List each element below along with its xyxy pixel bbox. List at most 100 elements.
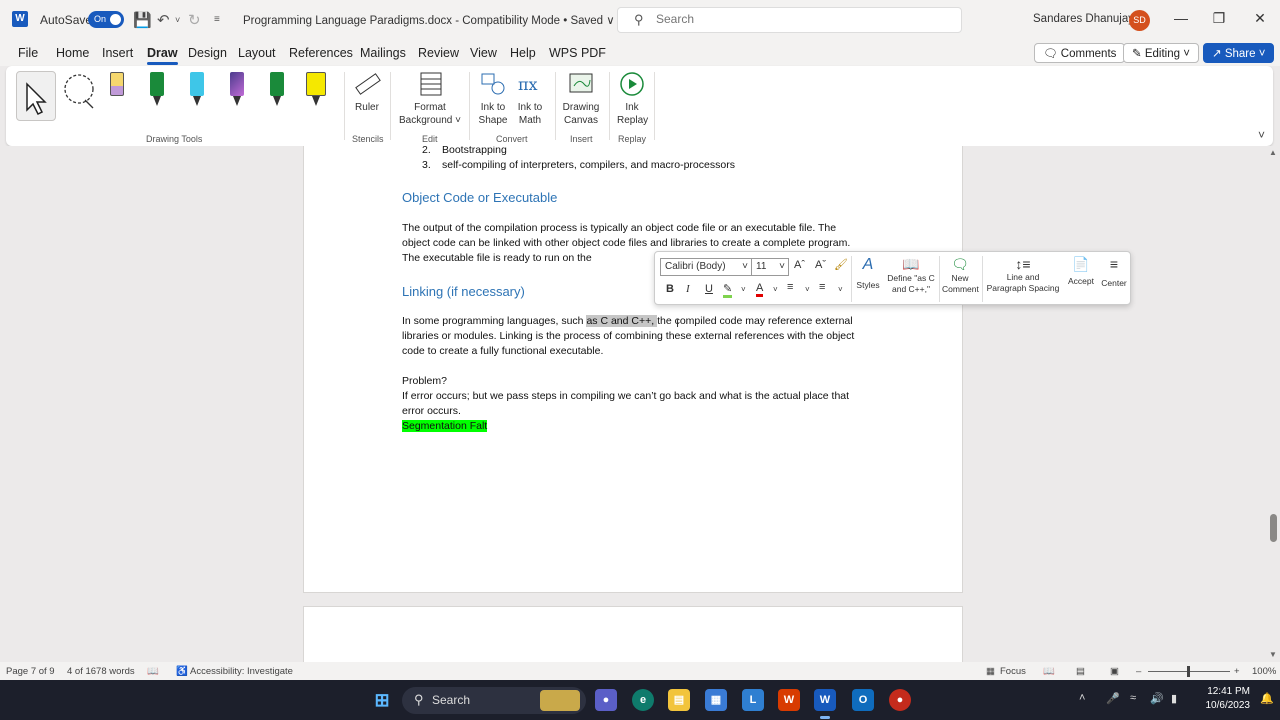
bullets-icon[interactable]: ≡: [787, 281, 793, 293]
store-icon[interactable]: ▦: [705, 689, 727, 711]
teams-icon[interactable]: ●: [595, 689, 617, 711]
chevron-down-icon[interactable]: ˅: [838, 285, 843, 294]
scroll-up-icon[interactable]: ▲: [1269, 148, 1277, 157]
edge-icon[interactable]: e: [632, 689, 654, 711]
proofing-icon[interactable]: 📖: [147, 666, 159, 677]
chevron-down-icon[interactable]: ˅: [741, 285, 746, 294]
pen-cyan-button[interactable]: [190, 72, 204, 106]
tab-file[interactable]: File: [18, 46, 38, 60]
tab-insert[interactable]: Insert: [102, 46, 133, 60]
editing-button[interactable]: ✎ Editing ˅: [1123, 43, 1199, 63]
tab-view[interactable]: View: [470, 46, 497, 60]
ink-to-shape-button[interactable]: Ink to Shape: [478, 70, 508, 127]
notification-icon[interactable]: 🔔: [1260, 692, 1274, 705]
page-next[interactable]: [303, 606, 963, 662]
battery-icon[interactable]: ▮: [1171, 692, 1177, 705]
center-button[interactable]: ≡ Center: [1099, 256, 1129, 289]
shrink-font-icon[interactable]: Aˇ: [815, 259, 826, 271]
share-button[interactable]: ↗ Share ˅: [1203, 43, 1275, 63]
highlighter-yellow-button[interactable]: [306, 72, 326, 106]
numbering-icon[interactable]: ≡: [819, 281, 825, 293]
wps-writer-icon[interactable]: W: [778, 689, 800, 711]
redo-icon[interactable]: ↻: [188, 11, 201, 29]
pen-galaxy-button[interactable]: [230, 72, 244, 106]
highlight-color-icon[interactable]: ✎: [723, 282, 733, 298]
close-icon[interactable]: ✕: [1249, 10, 1271, 27]
comments-button[interactable]: 🗨 Comments: [1034, 43, 1126, 63]
zoom-in-icon[interactable]: +: [1234, 666, 1240, 677]
tab-home[interactable]: Home: [56, 46, 89, 60]
save-icon[interactable]: 💾: [133, 11, 152, 29]
wifi-icon[interactable]: ≈: [1130, 692, 1136, 704]
drawing-canvas-button[interactable]: Drawing Canvas: [560, 70, 602, 127]
volume-icon[interactable]: 🔊: [1150, 692, 1164, 705]
search-box[interactable]: ⚲: [617, 7, 962, 33]
avatar[interactable]: SD: [1129, 10, 1150, 31]
scroll-down-icon[interactable]: ▼: [1269, 650, 1277, 659]
tab-review[interactable]: Review: [418, 46, 459, 60]
lasso-select-button[interactable]: [61, 72, 101, 115]
zoom-slider-thumb[interactable]: [1187, 666, 1190, 677]
italic-icon[interactable]: I: [686, 283, 690, 295]
font-name-select[interactable]: Calibri (Body) ˅: [660, 258, 752, 276]
tab-mailings[interactable]: Mailings: [360, 46, 406, 60]
word-count[interactable]: 4 of 1678 words: [67, 666, 135, 677]
document-area[interactable]: 2. Bootstrapping 3. self-compiling of in…: [0, 146, 1268, 662]
ink-replay-button[interactable]: Ink Replay: [617, 70, 648, 127]
zoom-level[interactable]: 100%: [1252, 666, 1276, 677]
read-mode-icon[interactable]: 📖: [1043, 666, 1055, 677]
ink-to-math-button[interactable]: πx Ink to Math: [515, 70, 545, 127]
focus-label[interactable]: Focus: [1000, 666, 1026, 677]
tab-draw[interactable]: Draw: [147, 46, 178, 65]
microphone-icon[interactable]: 🎤: [1106, 692, 1120, 705]
document-title[interactable]: Programming Language Paradigms.docx - Co…: [243, 13, 615, 27]
tab-references[interactable]: References: [289, 46, 353, 60]
tab-layout[interactable]: Layout: [238, 46, 276, 60]
web-layout-icon[interactable]: ▣: [1110, 666, 1119, 677]
customize-qat-icon[interactable]: ≡: [214, 14, 220, 25]
pen-green-2-button[interactable]: [270, 72, 284, 106]
word-taskbar-icon[interactable]: W: [814, 689, 836, 711]
minimize-icon[interactable]: —: [1170, 10, 1192, 26]
tab-design[interactable]: Design: [188, 46, 227, 60]
user-name[interactable]: Sandares Dhanujaya: [1033, 13, 1140, 25]
tray-overflow-icon[interactable]: ˄: [1079, 692, 1085, 704]
underline-icon[interactable]: U: [705, 283, 713, 295]
line-spacing-button[interactable]: ↕≡ Line and Paragraph Spacing: [985, 256, 1061, 294]
file-explorer-icon[interactable]: ▤: [668, 689, 690, 711]
bold-icon[interactable]: B: [666, 283, 674, 295]
focus-icon[interactable]: ▦: [986, 666, 995, 677]
accept-button[interactable]: 📄 Accept: [1065, 256, 1097, 287]
autosave-toggle[interactable]: On: [88, 11, 124, 28]
chevron-down-icon[interactable]: ˅: [773, 285, 778, 294]
undo-dropdown-icon[interactable]: ˅: [175, 15, 180, 25]
zoom-out-icon[interactable]: –: [1136, 666, 1141, 677]
print-layout-icon[interactable]: ▤: [1076, 666, 1085, 677]
ruler-button[interactable]: Ruler: [352, 70, 382, 114]
windows-start-icon[interactable]: ⊞: [371, 689, 393, 711]
new-comment-button[interactable]: 🗨 New Comment: [942, 256, 979, 295]
pencil-yellow-button[interactable]: [110, 72, 124, 96]
scroll-thumb[interactable]: [1270, 514, 1277, 542]
format-background-button[interactable]: Format Background ˅: [398, 70, 462, 127]
font-color-icon[interactable]: A: [756, 282, 764, 297]
vertical-scrollbar[interactable]: ▲ ▼: [1268, 146, 1280, 662]
app-red-icon[interactable]: ●: [889, 689, 911, 711]
l-app-icon[interactable]: L: [742, 689, 764, 711]
search-input[interactable]: [656, 12, 936, 26]
chevron-down-icon[interactable]: ˅: [805, 285, 810, 294]
tab-help[interactable]: Help: [510, 46, 536, 60]
restore-icon[interactable]: ❐: [1208, 10, 1230, 27]
format-painter-icon[interactable]: 🖌: [834, 258, 848, 271]
accessibility-status[interactable]: Accessibility: Investigate: [190, 666, 293, 677]
font-size-select[interactable]: 11 ˅: [751, 258, 789, 276]
grow-font-icon[interactable]: Aˆ: [794, 259, 805, 271]
taskbar-search[interactable]: ⚲ Search: [402, 687, 586, 714]
select-tool-button[interactable]: [16, 71, 56, 121]
word-icon[interactable]: W: [12, 11, 28, 27]
page-count[interactable]: Page 7 of 9: [6, 666, 55, 677]
pen-green-button[interactable]: [150, 72, 164, 106]
undo-icon[interactable]: ↶: [157, 11, 170, 29]
selected-text[interactable]: as C and C++,: [586, 315, 658, 327]
clock[interactable]: 12:41 PM 10/6/2023: [1198, 685, 1251, 713]
